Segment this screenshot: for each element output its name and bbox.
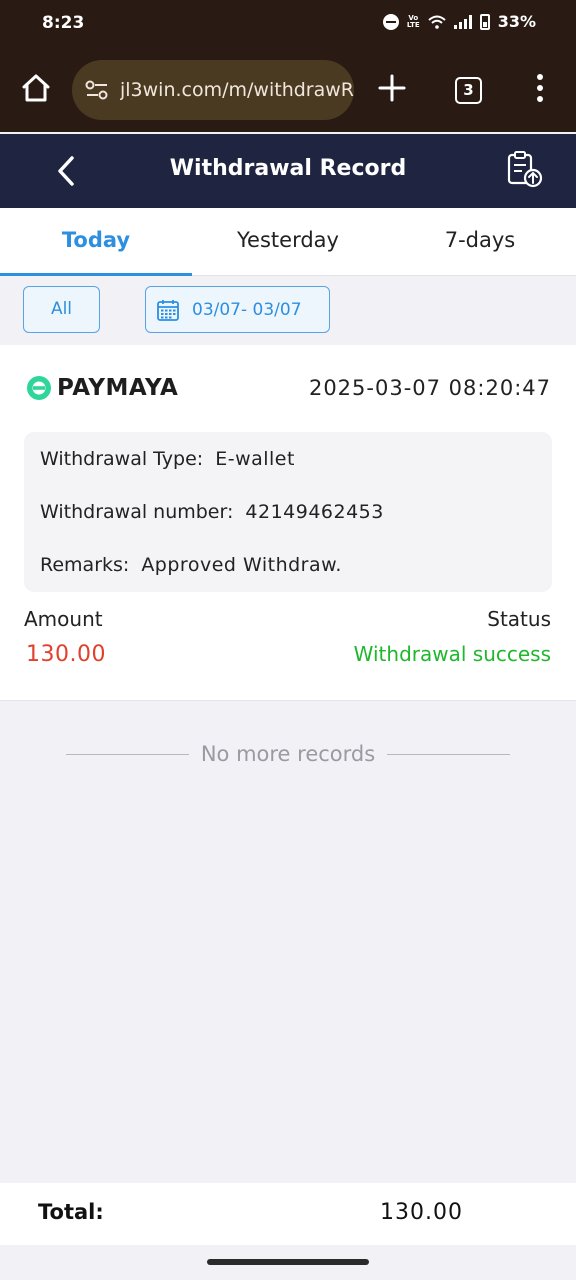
provider-name: PAYMAYA [57,375,179,401]
record-datetime: 2025-03-07 08:20:47 [308,376,551,400]
volte-icon: Vo LTE [406,13,420,29]
tab-today[interactable]: Today [0,208,192,276]
filter-bar: All 03/07- 03/07 [0,276,576,344]
new-tab-icon[interactable] [376,72,408,104]
system-nav-bar [0,1245,576,1280]
wifi-icon [428,15,446,29]
date-tabs: Today Yesterday 7-days [0,208,576,276]
list-end-indicator: No more records [66,742,511,766]
amount-label: Amount [24,607,103,631]
page-title: Withdrawal Record [169,156,407,181]
gesture-handle[interactable] [207,1259,369,1265]
app-header: Withdrawal Record [0,134,576,208]
type-filter-button[interactable]: All [23,286,100,333]
battery-icon [479,13,490,30]
record-details: Withdrawal Type: E-wallet Withdrawal numb… [24,432,552,592]
divider [66,753,189,755]
divider [387,753,511,755]
total-value: 130.00 [380,1200,463,1225]
withdrawal-number-row: Withdrawal number: 42149462453 [40,499,536,552]
paymaya-logo: PAYMAYA [25,374,178,402]
withdrawal-type-label: Withdrawal Type: [40,448,204,470]
date-range-button[interactable]: 03/07- 03/07 [145,286,330,333]
signal-icon [453,14,472,29]
status-bar: 8:23 Vo LTE 33% [0,0,576,48]
more-menu-icon[interactable] [530,72,550,104]
date-range-text: 03/07- 03/07 [192,299,302,320]
remarks-label: Remarks: [40,554,130,576]
browser-toolbar: jl3win.com/m/withdrawR 3 [0,48,576,132]
clipboard-upload-icon[interactable] [504,149,544,189]
status-label: Status [487,607,551,631]
battery-percent: 33% [497,12,536,31]
withdrawal-type-value: E-wallet [215,448,295,470]
no-more-records-text: No more records [200,742,376,766]
withdrawal-number-value: 42149462453 [245,501,384,523]
home-icon[interactable] [20,72,52,104]
calendar-icon [157,299,179,321]
withdrawal-type-row: Withdrawal Type: E-wallet [40,446,536,499]
tab-7-days[interactable]: 7-days [384,208,576,275]
paymaya-logo-icon [27,376,51,400]
url-bar[interactable]: jl3win.com/m/withdrawR [72,60,354,120]
tab-yesterday[interactable]: Yesterday [192,208,384,275]
remarks-value: Approved Withdraw. [141,554,342,576]
status-time: 8:23 [42,13,85,33]
withdrawal-number-label: Withdrawal number: [40,501,234,523]
amount-value: 130.00 [26,642,106,667]
total-label: Total: [38,1200,104,1224]
url-text: jl3win.com/m/withdrawR [120,79,354,101]
tab-switcher-button[interactable]: 3 [455,77,482,104]
site-settings-icon[interactable] [84,77,110,103]
total-footer: Total: 130.00 [0,1183,576,1245]
do-not-disturb-icon [382,13,399,30]
withdrawal-record-card[interactable]: PAYMAYA 2025-03-07 08:20:47 Withdrawal T… [0,345,576,701]
remarks-row: Remarks: Approved Withdraw. [40,552,536,605]
status-value: Withdrawal success [353,642,551,666]
